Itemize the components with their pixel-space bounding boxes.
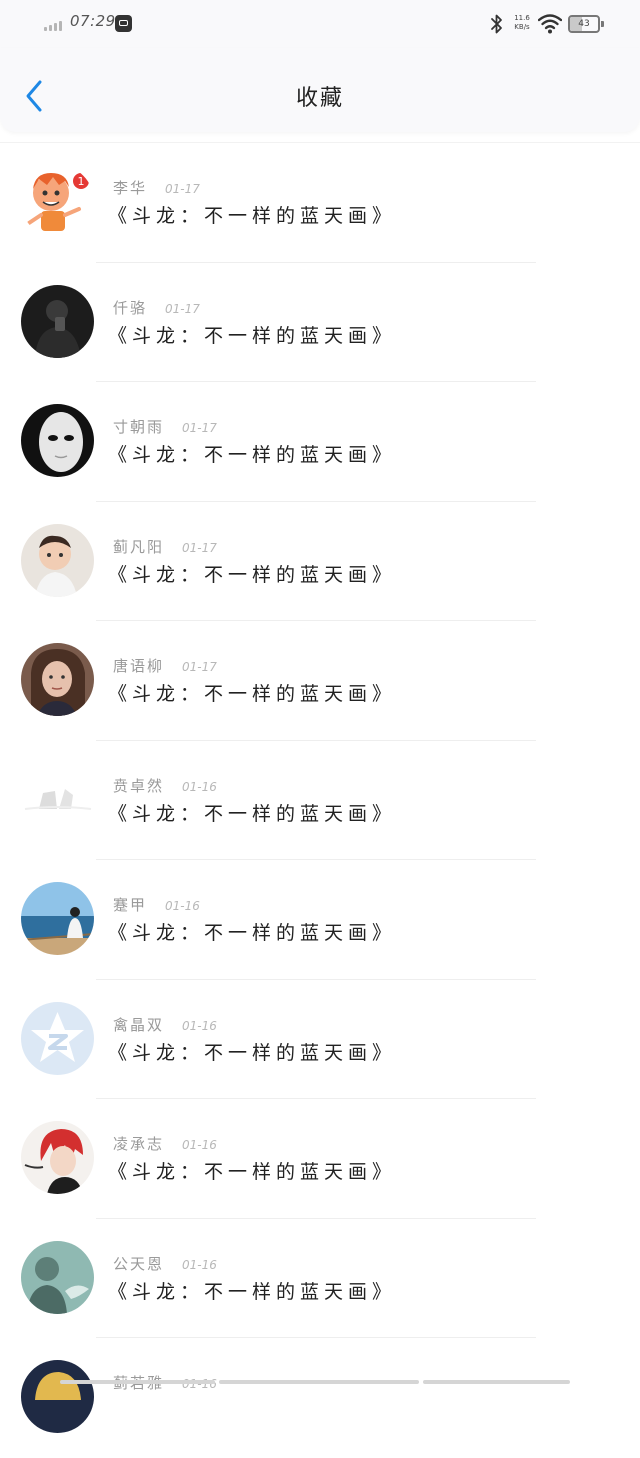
item-date: 01-17 [165,301,200,316]
item-author: 贲卓然 [113,776,165,795]
white-mask-avatar [21,404,94,477]
signal-icon [44,17,66,31]
item-title: 《斗龙：不一样的蓝天画》 [108,444,397,466]
item-title: 《斗龙：不一样的蓝天画》 [108,324,397,347]
item-date: 01-16 [182,1138,217,1152]
net-speed-unit: KB/s [514,23,530,31]
net-speed-value: 11.6 [514,14,530,22]
item-title: 《斗龙：不一样的蓝天画》 [108,205,397,227]
faded-sketch-avatar [21,762,94,836]
battery-level: 43 [578,19,590,29]
seaside-girl-avatar [21,882,94,955]
item-author: 蓟凡阳 [113,537,165,556]
list-item[interactable]: 蹇甲 01-16 《斗龙：不一样的蓝天画》 [0,860,640,980]
item-author: 蹇甲 [113,896,148,914]
anime-red-hair-avatar [21,1121,94,1194]
wifi-icon [538,14,562,34]
list-item[interactable]: 蓟凡阳 01-17 《斗龙：不一样的蓝天画》 [0,502,640,621]
item-author: 禽晶双 [113,1015,165,1034]
item-date: 01-16 [182,1018,217,1033]
item-meta: 公天恩 01-16 [113,1253,217,1273]
item-title: 《斗龙：不一样的蓝天画》 [108,1280,397,1303]
child-photo-avatar [21,523,94,597]
item-meta: 仟骆 01-17 [113,297,200,317]
cartoon-boy-avatar: 1 [21,165,94,238]
item-title: 《斗龙：不一样的蓝天画》 [108,1161,397,1183]
dark-portrait-avatar [21,284,94,358]
item-date: 01-17 [182,660,217,674]
item-date: 01-17 [165,182,200,196]
item-meta: 禽晶双 01-16 [113,1014,217,1034]
svg-text:1: 1 [78,175,85,188]
list-item[interactable]: 寸朝雨 01-17 《斗龙：不一样的蓝天画》 [0,382,640,502]
item-title: 《斗龙：不一样的蓝天画》 [108,683,397,705]
item-author: 李华 [113,179,148,197]
list-item[interactable]: 贲卓然 01-16 《斗龙：不一样的蓝天画》 [0,741,640,860]
item-meta: 贲卓然 01-16 [113,775,217,795]
girl-portrait-avatar [21,643,94,716]
status-bar: 07:29 11.6 KB/s 43 [0,0,640,48]
item-meta: 唐语柳 01-17 [113,655,217,675]
item-date: 01-17 [182,540,217,555]
app-notification-icon [115,15,132,32]
item-meta: 寸朝雨 01-17 [113,416,217,436]
status-time: 07:29 [70,12,116,30]
teal-statue-avatar [21,1240,94,1314]
battery-tip [601,21,604,27]
header: 收藏 [0,48,640,132]
list-item[interactable]: 公天恩 01-16 《斗龙：不一样的蓝天画》 [0,1219,640,1338]
item-author: 仟骆 [113,298,148,317]
item-meta: 凌承志 01-16 [113,1133,217,1153]
item-author: 公天恩 [113,1254,165,1273]
blonde-partial-avatar [21,1360,94,1433]
item-author: 凌承志 [113,1135,165,1153]
list-item[interactable]: 蓟若雅 01-16 [0,1338,640,1458]
bluetooth-icon [491,14,502,34]
item-title: 《斗龙：不一样的蓝天画》 [108,1041,397,1064]
item-author: 唐语柳 [113,657,165,675]
item-title: 《斗龙：不一样的蓝天画》 [108,563,397,586]
item-date: 01-16 [182,1257,217,1272]
list-item[interactable]: 凌承志 01-16 《斗龙：不一样的蓝天画》 [0,1099,640,1219]
scroll-indicator [60,1380,570,1384]
item-meta: 李华 01-17 [113,177,200,197]
list-item[interactable]: 禽晶双 01-16 《斗龙：不一样的蓝天画》 [0,980,640,1099]
item-title: 《斗龙：不一样的蓝天画》 [108,922,397,944]
item-date: 01-16 [165,899,200,913]
item-title: 《斗龙：不一样的蓝天画》 [108,802,397,825]
list-item[interactable]: 仟骆 01-17 《斗龙：不一样的蓝天画》 [0,263,640,382]
default-qzone-avatar [21,1001,94,1075]
favorites-list: 1 李华 01-17 《斗龙：不一样的蓝天画》 仟骆 01-17 《斗龙：不一样… [0,143,640,1458]
item-meta: 蹇甲 01-16 [113,894,200,914]
list-item[interactable]: 唐语柳 01-17 《斗龙：不一样的蓝天画》 [0,621,640,741]
battery-icon: 43 [568,15,600,33]
item-author: 寸朝雨 [113,418,165,436]
list-item[interactable]: 1 李华 01-17 《斗龙：不一样的蓝天画》 [0,143,640,263]
item-meta: 蓟凡阳 01-17 [113,536,217,556]
item-date: 01-17 [182,421,217,435]
item-date: 01-16 [182,779,217,794]
net-speed: 11.6 KB/s [510,14,534,32]
page-title: 收藏 [295,86,344,111]
